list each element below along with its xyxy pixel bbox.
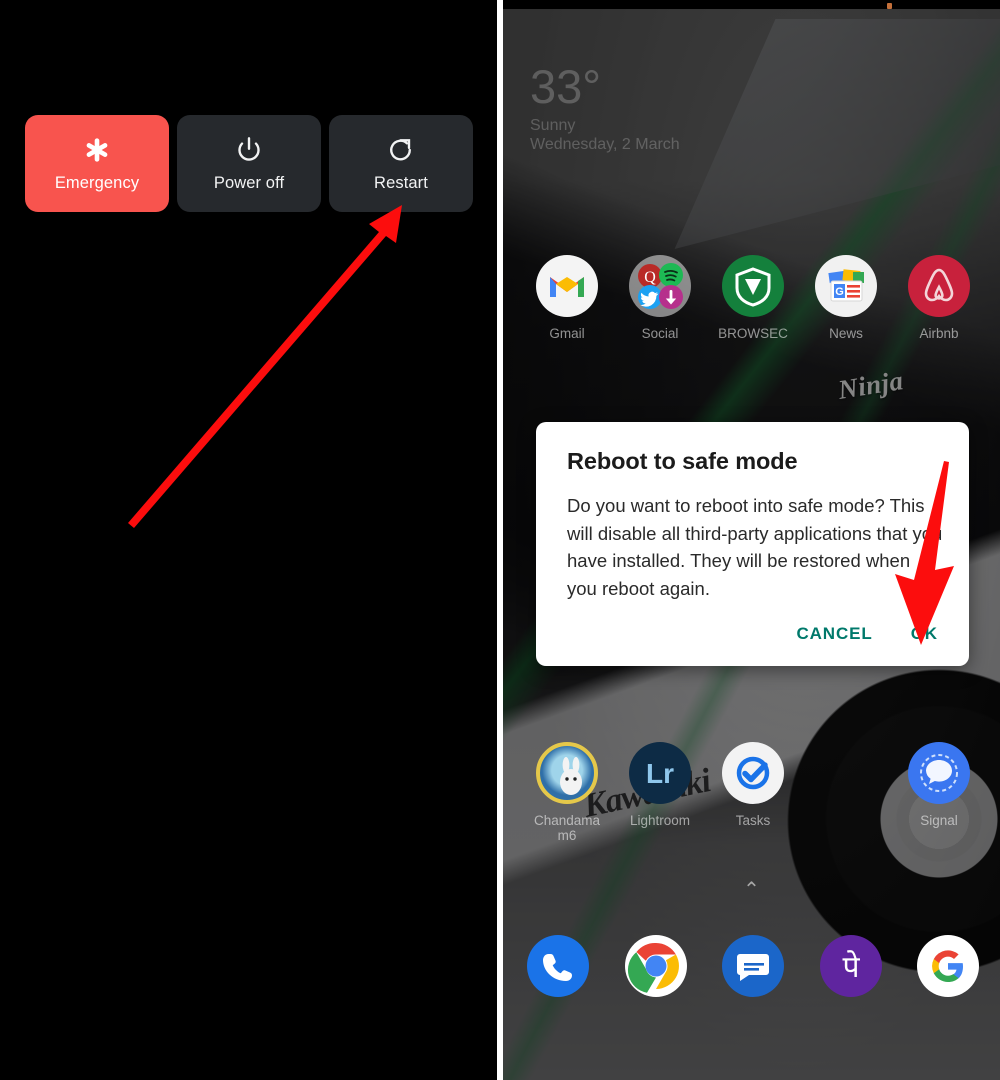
app-empty-slot (806, 742, 886, 843)
phonepe-icon[interactable]: पे (819, 935, 882, 997)
weather-date: Wednesday, 2 March (530, 136, 680, 153)
dock: पे (527, 935, 979, 997)
app-folder-social[interactable]: Q Social (620, 255, 700, 341)
power-menu-button-group: Emergency Power off Restart (25, 115, 473, 212)
power-menu-panel: Emergency Power off Restart (0, 0, 497, 1080)
svg-text:Q: Q (644, 269, 656, 286)
app-airbnb[interactable]: Airbnb (899, 255, 979, 341)
dialog-title: Reboot to safe mode (567, 448, 798, 474)
app-signal[interactable]: Signal (899, 742, 979, 843)
app-label: Gmail (549, 326, 585, 341)
svg-text:पे: पे (842, 950, 860, 984)
google-icon[interactable] (917, 935, 979, 997)
power-icon (234, 135, 264, 165)
app-label: Signal (920, 813, 958, 828)
home-screen-panel: Ninja Kawasaki 33° Sunny Wednesday, 2 Ma… (503, 0, 1000, 1080)
app-label: BROWSEC (718, 326, 788, 341)
app-row-2: Chandama m6 Lr Lightroom Tasks Signal (527, 742, 979, 843)
power-off-button[interactable]: Power off (177, 115, 321, 212)
google-tasks-icon (722, 742, 784, 804)
google-news-icon: G (815, 255, 877, 317)
messages-icon[interactable] (722, 935, 784, 997)
svg-text:Lr: Lr (646, 758, 674, 789)
restart-button-label: Restart (374, 173, 428, 192)
app-label: Social (641, 326, 679, 341)
orange-dot-indicator (887, 3, 892, 9)
chrome-icon[interactable] (624, 935, 687, 997)
asterisk-medical-icon (82, 135, 112, 165)
power-off-button-label: Power off (213, 173, 285, 192)
app-tasks[interactable]: Tasks (713, 742, 793, 843)
screenshot-root: Emergency Power off Restart Ninja 33° Su… (0, 0, 1000, 1080)
app-row-1: Gmail Q Social BROWSEC G News Airbnb (527, 255, 979, 341)
app-label: News (829, 326, 863, 341)
ok-button[interactable]: OK (911, 624, 938, 644)
app-label: Airbnb (919, 326, 959, 341)
emergency-button-label: Emergency (54, 173, 140, 192)
social-folder-icon: Q (629, 255, 691, 317)
app-chandama[interactable]: Chandama m6 (527, 742, 607, 843)
restart-button[interactable]: Restart (329, 115, 473, 212)
cancel-button[interactable]: CANCEL (796, 624, 872, 644)
browsec-icon (722, 255, 784, 317)
empty-slot (815, 742, 877, 804)
app-news[interactable]: G News (806, 255, 886, 341)
weather-widget[interactable]: 33° Sunny Wednesday, 2 March (530, 62, 680, 154)
phone-icon[interactable] (527, 935, 589, 997)
app-label: Chandama m6 (533, 813, 601, 843)
app-label: Tasks (735, 813, 771, 828)
chandama-icon (536, 742, 598, 804)
chevron-up-icon[interactable]: ⌃ (503, 880, 1000, 900)
dialog-body-text: Do you want to reboot into safe mode? Th… (567, 495, 943, 599)
signal-icon (908, 742, 970, 804)
gmail-icon (536, 255, 598, 317)
dialog-actions: CANCEL OK (567, 624, 943, 656)
app-label: Lightroom (629, 813, 691, 828)
app-lightroom[interactable]: Lr Lightroom (620, 742, 700, 843)
app-browsec[interactable]: BROWSEC (713, 255, 793, 341)
weather-temperature: 33° (530, 60, 602, 113)
weather-condition: Sunny (530, 117, 576, 134)
restart-icon (386, 135, 416, 165)
svg-text:G: G (835, 286, 844, 298)
app-gmail[interactable]: Gmail (527, 255, 607, 341)
airbnb-icon (908, 255, 970, 317)
lightroom-icon: Lr (629, 742, 691, 804)
emergency-button[interactable]: Emergency (25, 115, 169, 212)
reboot-to-safe-mode-dialog: Reboot to safe mode Do you want to reboo… (536, 422, 969, 666)
status-bar (503, 0, 1000, 9)
